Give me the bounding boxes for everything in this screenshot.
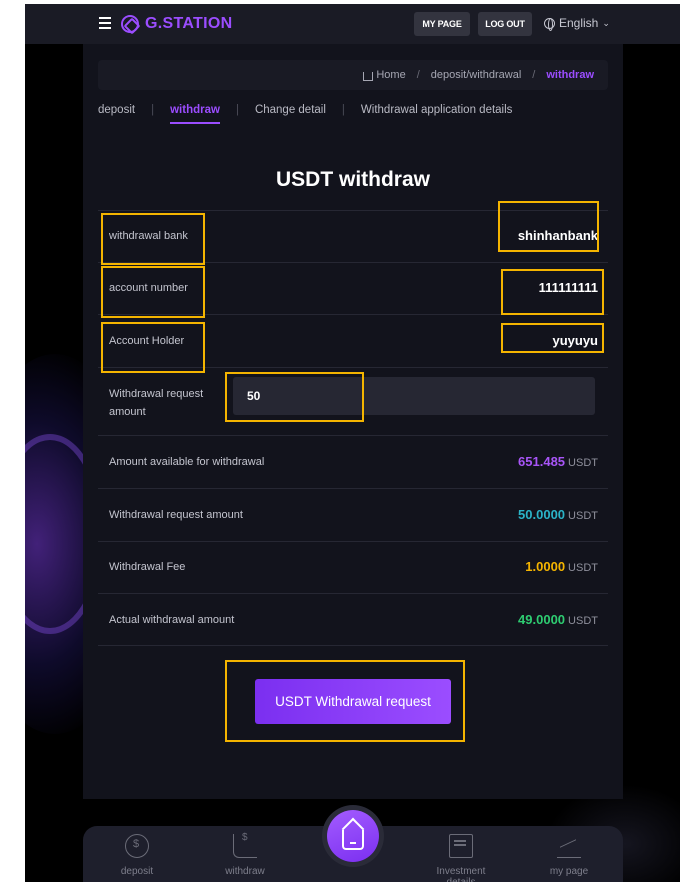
actual-amount-label: Actual withdrawal amount bbox=[109, 614, 235, 626]
logout-button[interactable]: LOG OUT bbox=[478, 12, 532, 36]
nav-deposit[interactable]: deposit bbox=[97, 834, 177, 877]
highlight-box bbox=[501, 269, 604, 315]
withdrawal-fee-label: Withdrawal Fee bbox=[109, 561, 186, 573]
main-panel: Home / deposit/withdrawal / withdraw dep… bbox=[83, 44, 623, 799]
home-icon bbox=[342, 830, 364, 850]
request-amount-row: Withdrawal request amount 50.0000 USDT bbox=[98, 488, 608, 541]
request-amount-unit: USDT bbox=[568, 510, 598, 522]
actual-amount-value: 49.0000 USDT bbox=[518, 612, 598, 627]
my-page-button[interactable]: MY PAGE bbox=[414, 12, 470, 36]
available-amount-value: 651.485 USDT bbox=[518, 454, 598, 469]
withdrawal-fee-number: 1.0000 bbox=[525, 559, 566, 574]
tab-withdrawal-application-details[interactable]: Withdrawal application details bbox=[361, 104, 513, 124]
home-button[interactable] bbox=[327, 810, 379, 862]
withdrawal-fee-unit: USDT bbox=[568, 562, 598, 574]
highlight-box bbox=[101, 322, 205, 373]
highlight-box bbox=[225, 372, 364, 422]
tab-bar: deposit | withdraw | Change detail | Wit… bbox=[98, 104, 512, 136]
withdrawal-request-amount-label: Withdrawal request amount bbox=[109, 385, 203, 421]
document-icon bbox=[449, 834, 473, 858]
breadcrumb-separator: / bbox=[416, 69, 420, 81]
language-selector[interactable]: English ⌄ bbox=[544, 16, 610, 31]
top-bar: G.STATION MY PAGE LOG OUT English ⌄ bbox=[25, 4, 680, 44]
available-amount-unit: USDT bbox=[568, 457, 598, 469]
actual-amount-row: Actual withdrawal amount 49.0000 USDT bbox=[98, 593, 608, 646]
tab-separator: | bbox=[235, 104, 239, 116]
tab-separator: | bbox=[151, 104, 155, 116]
language-label: English bbox=[559, 16, 599, 30]
nav-investment-details[interactable]: Investment details bbox=[421, 834, 501, 882]
request-amount-number: 50.0000 bbox=[518, 507, 566, 522]
actual-amount-number: 49.0000 bbox=[518, 612, 566, 627]
available-amount-label: Amount available for withdrawal bbox=[109, 456, 265, 468]
chevron-down-icon: ⌄ bbox=[602, 17, 610, 28]
actual-amount-unit: USDT bbox=[568, 615, 598, 627]
tab-change-detail[interactable]: Change detail bbox=[255, 104, 326, 124]
highlight-box bbox=[225, 660, 465, 742]
hand-coin-icon bbox=[233, 832, 257, 858]
coin-icon bbox=[125, 834, 149, 858]
highlight-box bbox=[501, 323, 604, 353]
highlight-box bbox=[498, 201, 599, 252]
request-amount-label: Withdrawal request amount bbox=[109, 509, 243, 521]
withdrawal-request-amount-label-line2: amount bbox=[109, 406, 146, 418]
withdrawal-fee-row: Withdrawal Fee 1.0000 USDT bbox=[98, 541, 608, 593]
breadcrumb-current: withdraw bbox=[546, 69, 594, 81]
page-title: USDT withdraw bbox=[275, 168, 430, 191]
breadcrumb: Home / deposit/withdrawal / withdraw bbox=[98, 60, 608, 90]
breadcrumb-section[interactable]: deposit/withdrawal bbox=[431, 69, 522, 81]
nav-investment-label: Investment details bbox=[436, 866, 486, 882]
logo-text[interactable]: G.STATION bbox=[145, 15, 232, 33]
chart-icon bbox=[557, 834, 581, 858]
breadcrumb-separator: / bbox=[532, 69, 536, 81]
available-amount-row: Amount available for withdrawal 651.485 U… bbox=[98, 435, 608, 488]
app-frame: G.STATION MY PAGE LOG OUT English ⌄ Home… bbox=[25, 4, 680, 882]
tab-deposit[interactable]: deposit bbox=[98, 104, 135, 124]
highlight-box bbox=[101, 213, 205, 265]
nav-withdraw-label: withdraw bbox=[225, 866, 265, 877]
hamburger-menu-icon[interactable] bbox=[99, 17, 111, 29]
nav-my-page[interactable]: my page bbox=[529, 834, 609, 877]
highlight-box bbox=[101, 266, 205, 318]
tab-withdraw[interactable]: withdraw bbox=[170, 104, 220, 124]
home-icon bbox=[363, 71, 374, 81]
nav-mypage-label: my page bbox=[549, 866, 589, 877]
request-amount-value: 50.0000 USDT bbox=[518, 507, 598, 522]
withdrawal-request-amount-label-line1: Withdrawal request bbox=[109, 388, 204, 400]
available-amount-number: 651.485 bbox=[518, 454, 566, 469]
nav-withdraw[interactable]: withdraw bbox=[205, 832, 285, 877]
bottom-navigation: deposit withdraw Investment details my p… bbox=[83, 810, 623, 882]
globe-icon bbox=[544, 17, 555, 31]
nav-deposit-label: deposit bbox=[120, 866, 154, 877]
tab-separator: | bbox=[341, 104, 345, 116]
withdrawal-fee-value: 1.0000 USDT bbox=[525, 559, 598, 574]
breadcrumb-home[interactable]: Home bbox=[376, 69, 405, 81]
logo-icon bbox=[121, 15, 139, 33]
